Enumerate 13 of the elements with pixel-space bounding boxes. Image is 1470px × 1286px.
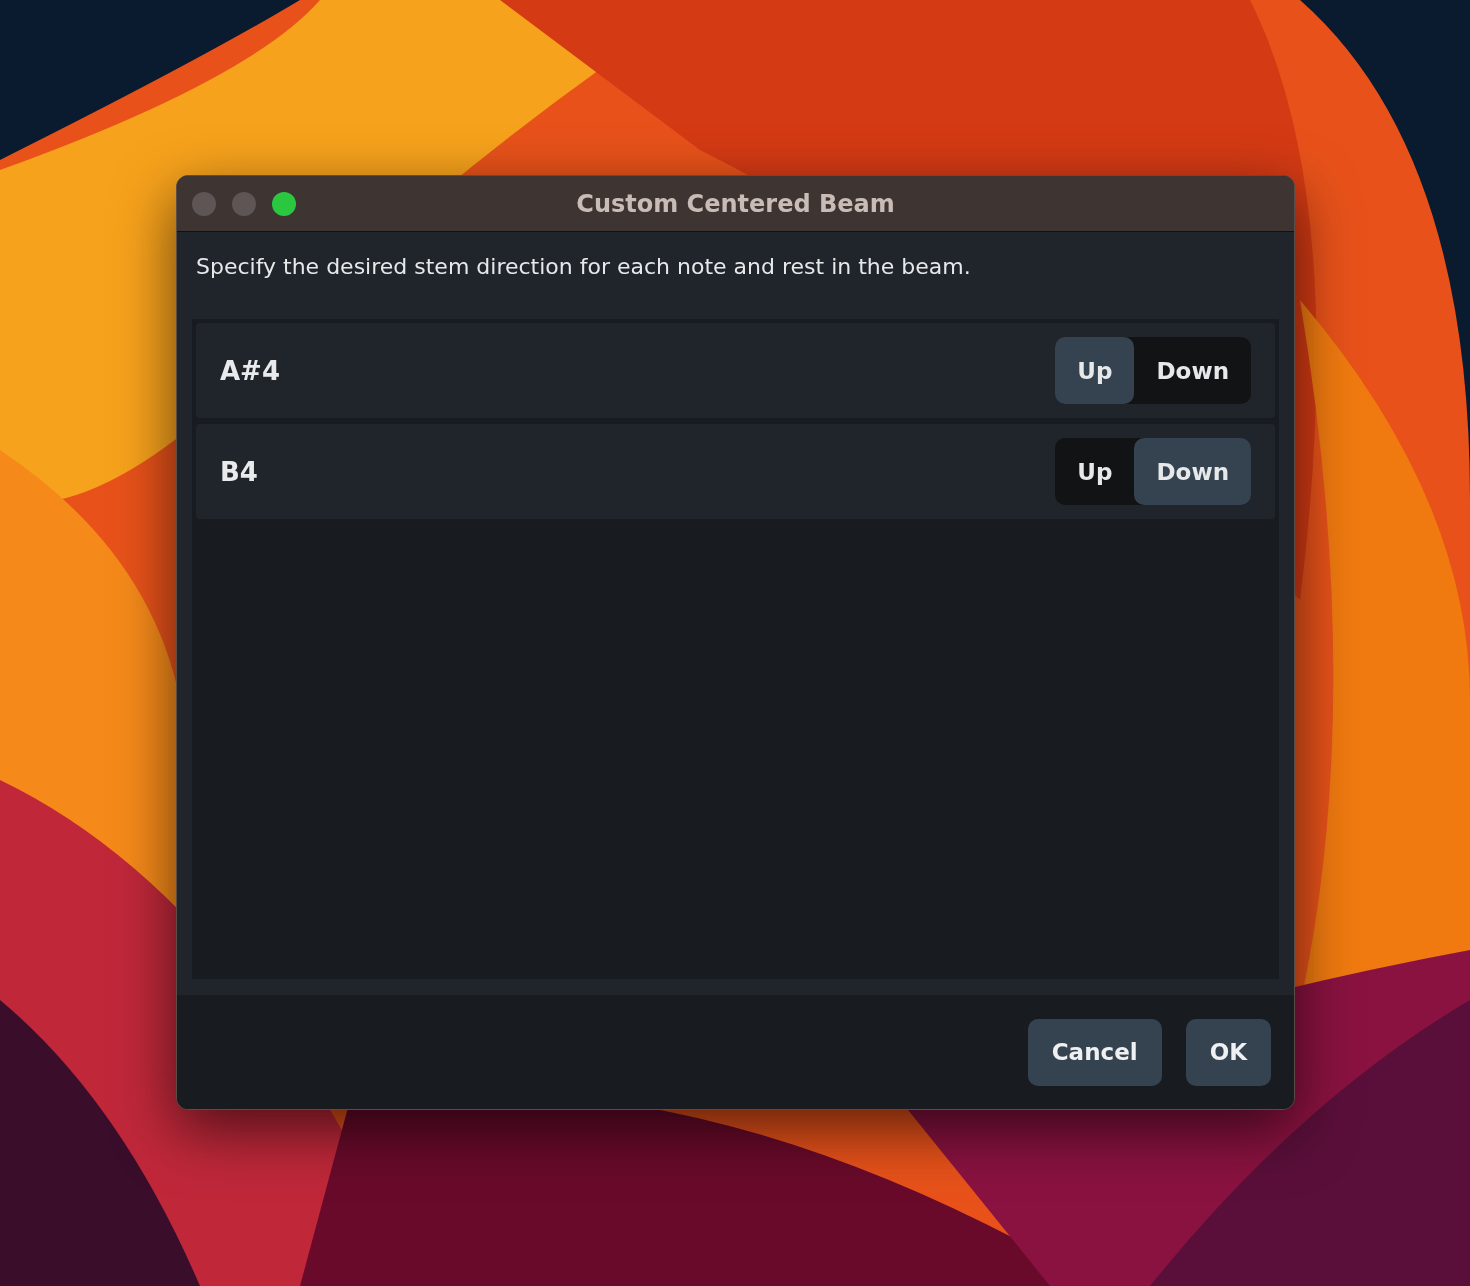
cancel-button[interactable]: Cancel (1027, 1018, 1162, 1086)
ok-button[interactable]: OK (1185, 1018, 1271, 1086)
direction-option[interactable]: Up (1055, 438, 1135, 505)
direction-option[interactable]: Up (1055, 337, 1135, 404)
note-label: A#4 (220, 355, 280, 386)
zoom-icon[interactable] (272, 191, 296, 216)
direction-option[interactable]: Down (1134, 337, 1251, 404)
note-label: B4 (220, 456, 258, 487)
window-title: Custom Centered Beam (576, 189, 895, 218)
instruction-text: Specify the desired stem direction for each note and rest in the beam. (196, 254, 971, 279)
minimize-icon[interactable] (232, 191, 256, 216)
close-icon[interactable] (192, 191, 216, 216)
direction-option[interactable]: Down (1134, 438, 1251, 505)
